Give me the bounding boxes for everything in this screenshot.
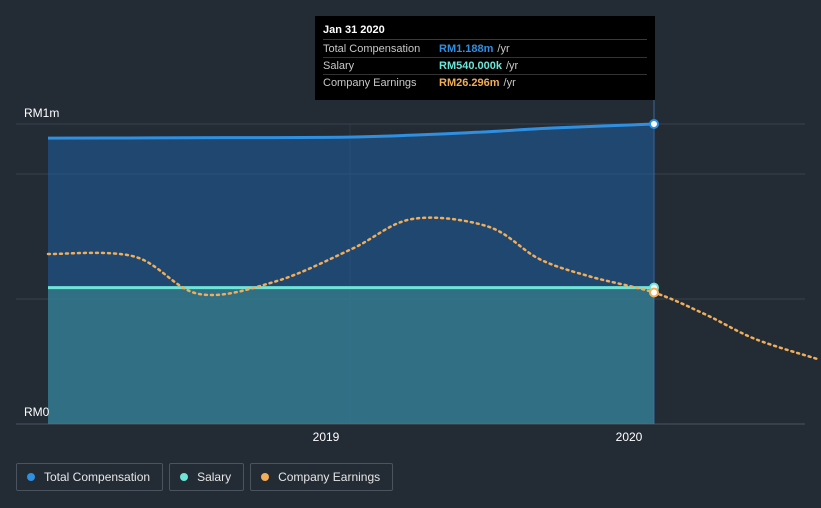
tooltip-unit: /yr bbox=[506, 60, 519, 72]
hover-tooltip: Jan 31 2020 Total Compensation RM1.188m … bbox=[315, 16, 655, 100]
tooltip-value: RM1.188m bbox=[439, 43, 494, 55]
legend-item-salary[interactable]: Salary bbox=[169, 463, 245, 491]
legend-dot-icon bbox=[27, 473, 35, 481]
legend-label: Company Earnings bbox=[278, 470, 381, 484]
tooltip-label: Salary bbox=[323, 60, 355, 72]
y-tick-label-top: RM1m bbox=[24, 106, 59, 120]
tooltip-unit: /yr bbox=[503, 77, 516, 89]
legend-label: Total Compensation bbox=[44, 470, 151, 484]
company-earnings-marker bbox=[649, 287, 659, 298]
legend-dot-icon bbox=[261, 473, 270, 481]
legend-label: Salary bbox=[197, 470, 232, 484]
series-areas bbox=[48, 124, 654, 424]
x-tick-label-2020: 2020 bbox=[616, 430, 643, 444]
tooltip-label: Company Earnings bbox=[323, 77, 417, 89]
tooltip-value: RM540.000k bbox=[439, 60, 502, 72]
chart-legend: Total Compensation Salary Company Earnin… bbox=[16, 463, 394, 491]
total-compensation-marker bbox=[649, 119, 659, 129]
tooltip-date: Jan 31 2020 bbox=[323, 22, 647, 40]
tooltip-unit: /yr bbox=[497, 43, 510, 55]
tooltip-row-earnings: Company Earnings RM26.296m /yr bbox=[323, 75, 647, 91]
tooltip-label: Total Compensation bbox=[323, 43, 421, 55]
salary-area bbox=[48, 287, 654, 424]
legend-item-company-earnings[interactable]: Company Earnings bbox=[250, 463, 394, 491]
tooltip-row-total: Total Compensation RM1.188m /yr bbox=[323, 41, 647, 58]
y-tick-label-bottom: RM0 bbox=[24, 405, 50, 419]
x-tick-label-2019: 2019 bbox=[313, 430, 340, 444]
tooltip-row-salary: Salary RM540.000k /yr bbox=[323, 58, 647, 75]
legend-item-total-compensation[interactable]: Total Compensation bbox=[16, 463, 164, 491]
legend-dot-icon bbox=[180, 473, 189, 481]
tooltip-value: RM26.296m bbox=[439, 77, 500, 89]
